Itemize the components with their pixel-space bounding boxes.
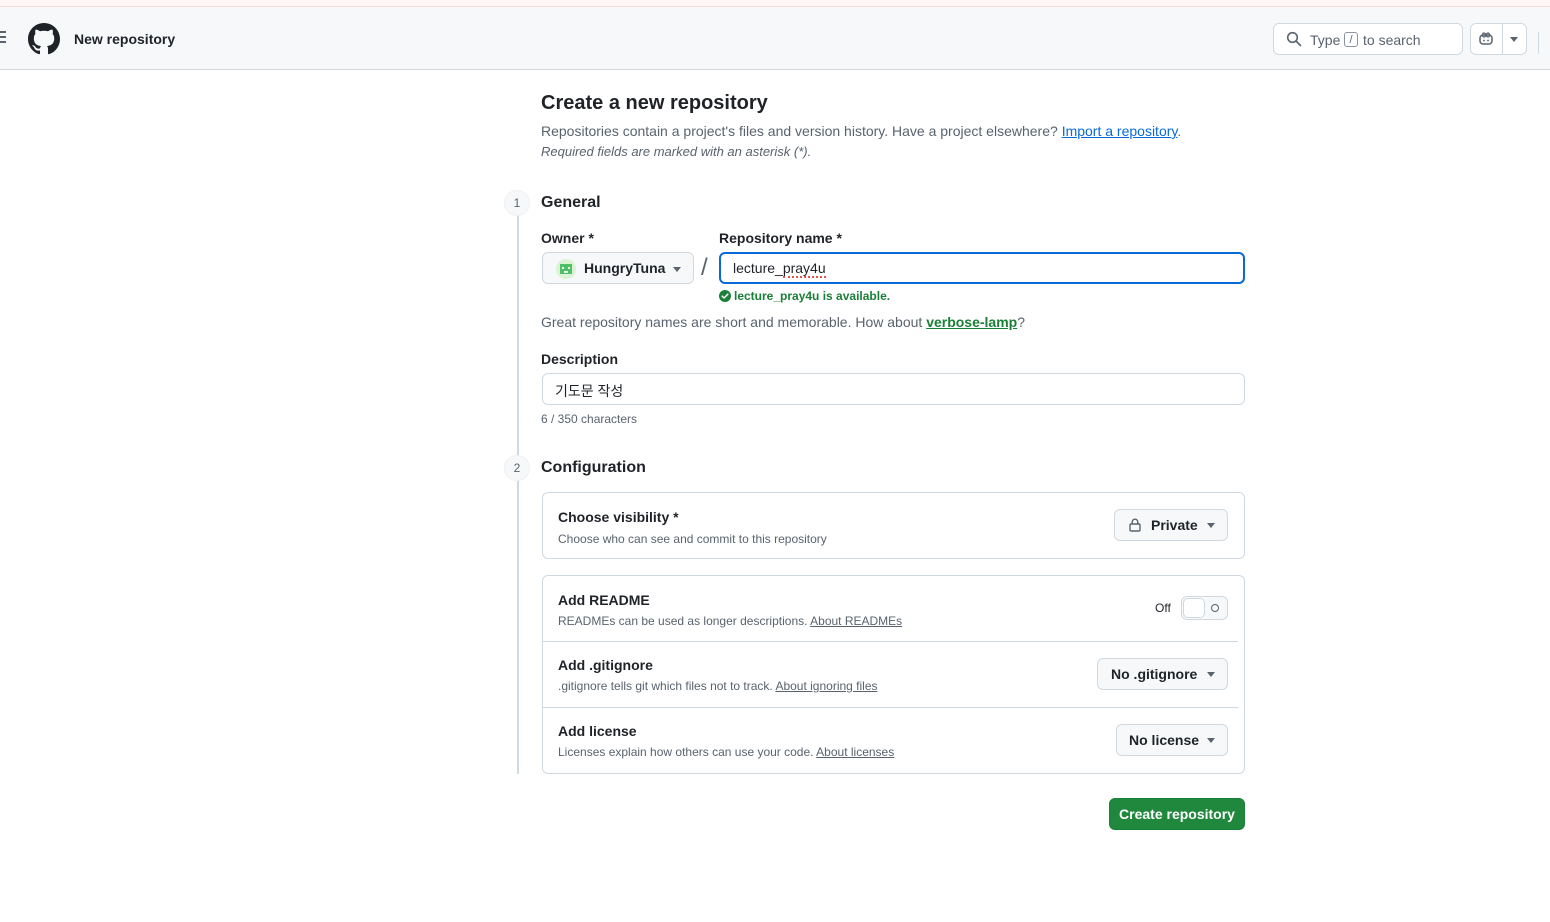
license-row: Add license Licenses explain how others … xyxy=(543,708,1244,773)
readme-toggle[interactable] xyxy=(1181,596,1228,620)
repository-name-label: Repository name * xyxy=(719,230,842,246)
lead-end: . xyxy=(1177,123,1182,139)
hint-text: Great repository names are short and mem… xyxy=(541,314,923,330)
availability-text: lecture_pray4u is available. xyxy=(734,289,891,303)
check-circle-icon xyxy=(719,290,731,302)
search-placeholder-suffix: to search xyxy=(1363,32,1421,48)
toggle-off-icon xyxy=(1211,604,1219,612)
description-char-count: 6 / 350 characters xyxy=(541,412,638,426)
step-number-general: 1 xyxy=(504,190,530,216)
step-number-configuration: 2 xyxy=(504,455,530,481)
availability-message: lecture_pray4u is available. xyxy=(719,289,890,303)
section-title-configuration: Configuration xyxy=(541,459,646,476)
name-suggestion-hint: Great repository names are short and mem… xyxy=(541,314,1025,330)
global-header: New repository Type / to search xyxy=(0,7,1550,70)
create-repository-button[interactable]: Create repository xyxy=(1109,798,1245,830)
about-licenses-link[interactable]: About licenses xyxy=(816,745,894,759)
options-card: Add README READMEs can be used as longer… xyxy=(542,575,1245,774)
gitignore-caret-icon xyxy=(1207,672,1215,677)
copilot-menu-caret-icon[interactable] xyxy=(1510,37,1518,42)
visibility-select[interactable]: Private xyxy=(1114,509,1228,541)
description-label: Description xyxy=(541,351,619,367)
required-fields-note: Required fields are marked with an aster… xyxy=(541,144,812,159)
owner-name: HungryTuna xyxy=(584,260,666,276)
license-desc-text: Licenses explain how others can use your… xyxy=(558,745,814,759)
owner-select[interactable]: HungryTuna xyxy=(542,252,694,284)
license-description: Licenses explain how others can use your… xyxy=(558,745,894,759)
owner-name-separator: / xyxy=(701,254,708,281)
copilot-button[interactable] xyxy=(1470,23,1527,55)
readme-description: READMEs can be used as longer descriptio… xyxy=(558,614,902,628)
github-logo-icon[interactable] xyxy=(28,23,60,55)
readme-desc-text: READMEs can be used as longer descriptio… xyxy=(558,614,808,628)
visibility-caret-icon xyxy=(1207,523,1215,528)
search-shortcut-key: / xyxy=(1344,32,1358,47)
owner-caret-icon xyxy=(673,267,681,272)
repository-name-input[interactable]: lecture_pray4u xyxy=(719,252,1245,284)
owner-label: Owner * xyxy=(541,230,594,246)
description-value: 기도문 작성 xyxy=(555,383,624,399)
section-title-general: General xyxy=(541,194,601,211)
page-title: Create a new repository xyxy=(541,92,768,114)
gitignore-value: No .gitignore xyxy=(1111,666,1198,682)
about-ignoring-files-link[interactable]: About ignoring files xyxy=(775,679,877,693)
gitignore-row: Add .gitignore .gitignore tells git whic… xyxy=(543,642,1244,707)
step-connector-line xyxy=(517,216,519,774)
visibility-card: Choose visibility * Choose who can see a… xyxy=(542,492,1245,559)
search-icon xyxy=(1286,31,1302,47)
description-input[interactable]: 기도문 작성 xyxy=(542,373,1245,405)
top-strip xyxy=(0,0,1550,7)
import-repository-link[interactable]: Import a repository xyxy=(1062,123,1178,139)
readme-toggle-state: Off xyxy=(1155,601,1171,615)
header-divider xyxy=(1538,32,1539,54)
repository-name-value-prefix: lecture_ xyxy=(733,260,783,276)
header-context-title[interactable]: New repository xyxy=(74,31,175,47)
hint-end: ? xyxy=(1017,314,1026,330)
about-readmes-link[interactable]: About READMEs xyxy=(810,614,902,628)
copilot-icon xyxy=(1479,32,1493,45)
visibility-row: Choose visibility * Choose who can see a… xyxy=(543,493,1244,558)
page-lead: Repositories contain a project's files a… xyxy=(541,123,1181,139)
visibility-title: Choose visibility * xyxy=(558,509,679,525)
visibility-value: Private xyxy=(1151,517,1198,533)
gitignore-title: Add .gitignore xyxy=(558,657,653,673)
license-value: No license xyxy=(1129,732,1200,748)
readme-title: Add README xyxy=(558,592,650,608)
gitignore-select[interactable]: No .gitignore xyxy=(1097,658,1228,690)
global-search-input[interactable]: Type / to search xyxy=(1273,23,1463,55)
suggested-name-link[interactable]: verbose-lamp xyxy=(926,314,1017,330)
gitignore-description: .gitignore tells git which files not to … xyxy=(558,679,878,693)
visibility-description: Choose who can see and commit to this re… xyxy=(558,532,827,546)
lock-icon xyxy=(1129,518,1141,532)
search-placeholder-prefix: Type xyxy=(1310,32,1341,48)
license-caret-icon xyxy=(1207,738,1215,743)
menu-icon[interactable] xyxy=(0,31,8,43)
toggle-knob xyxy=(1183,598,1205,618)
repository-name-value-suffix: pray4u xyxy=(782,260,826,278)
lead-text: Repositories contain a project's files a… xyxy=(541,123,1058,139)
license-title: Add license xyxy=(558,723,637,739)
license-select[interactable]: No license xyxy=(1116,724,1228,756)
owner-avatar xyxy=(556,259,576,279)
readme-row: Add README READMEs can be used as longer… xyxy=(543,576,1244,641)
gitignore-desc-text: .gitignore tells git which files not to … xyxy=(558,679,773,693)
